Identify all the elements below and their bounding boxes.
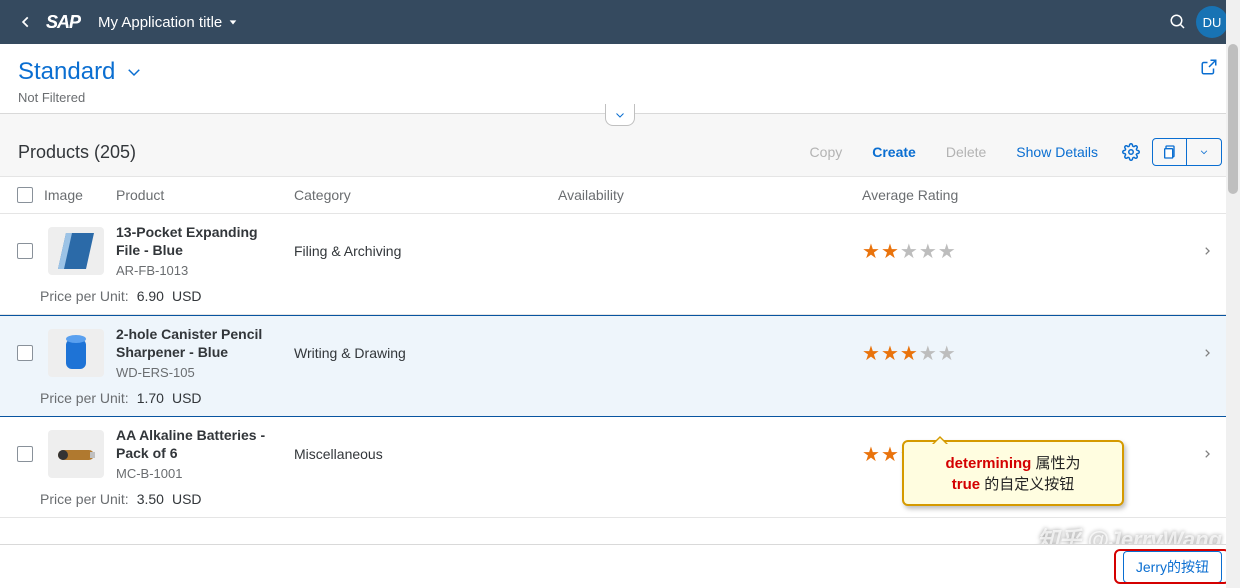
filter-status: Not Filtered xyxy=(18,90,1222,105)
product-name: 13-Pocket Expanding File - Blue xyxy=(116,224,278,259)
table-toolbar: Products (205) Copy Create Delete Show D… xyxy=(0,132,1240,176)
create-button[interactable]: Create xyxy=(864,140,924,164)
product-rating: ★★★★★ xyxy=(862,341,1192,366)
search-icon[interactable] xyxy=(1160,4,1196,40)
product-name: AA Alkaline Batteries - Pack of 6 xyxy=(116,427,278,462)
table-header-row: Image Product Category Availability Aver… xyxy=(0,176,1240,214)
product-name: 2-hole Canister Pencil Sharpener - Blue xyxy=(116,326,278,361)
price-currency: USD xyxy=(172,390,202,406)
price-value: 3.50 xyxy=(137,491,164,507)
price-label: Price per Unit: xyxy=(40,288,129,304)
export-dropdown-icon[interactable] xyxy=(1187,139,1221,165)
row-checkbox[interactable] xyxy=(17,345,33,361)
page-header: Standard Not Filtered xyxy=(0,44,1240,114)
footer-bar: Jerry的按钮 xyxy=(0,544,1240,588)
export-icon[interactable] xyxy=(1153,139,1187,165)
nav-back-button[interactable] xyxy=(12,15,40,29)
row-checkbox[interactable] xyxy=(17,446,33,462)
product-id: AR-FB-1013 xyxy=(116,263,278,278)
product-category: Miscellaneous xyxy=(294,446,558,462)
product-thumbnail xyxy=(48,329,104,377)
annotation-callout: determining 属性为 true 的自定义按钮 xyxy=(902,440,1124,506)
settings-icon[interactable] xyxy=(1116,138,1146,166)
variant-selector[interactable]: Standard xyxy=(18,58,1222,86)
price-value: 1.70 xyxy=(137,390,164,406)
show-details-button[interactable]: Show Details xyxy=(1008,140,1106,164)
product-id: MC-B-1001 xyxy=(116,466,278,481)
sap-logo: SAP xyxy=(40,12,86,33)
variant-label: Standard xyxy=(18,58,115,86)
callout-kw2: true xyxy=(952,476,980,493)
user-avatar[interactable]: DU xyxy=(1196,6,1228,38)
col-product: Product xyxy=(116,187,294,203)
callout-kw1: determining xyxy=(945,455,1031,472)
price-label: Price per Unit: xyxy=(40,390,129,406)
app-title-text: My Application title xyxy=(98,14,222,31)
copy-button[interactable]: Copy xyxy=(802,140,851,164)
table-row[interactable]: 13-Pocket Expanding File - Blue AR-FB-101… xyxy=(0,214,1240,315)
table-row[interactable]: 2-hole Canister Pencil Sharpener - Blue W… xyxy=(0,315,1240,417)
row-nav-icon[interactable] xyxy=(1192,347,1222,359)
price-value: 6.90 xyxy=(137,288,164,304)
header-collapse-toggle[interactable] xyxy=(605,104,635,126)
product-thumbnail xyxy=(48,430,104,478)
product-id: WD-ERS-105 xyxy=(116,365,278,380)
jerry-custom-button[interactable]: Jerry的按钮 xyxy=(1123,551,1222,583)
col-availability: Availability xyxy=(558,187,862,203)
col-image: Image xyxy=(40,187,116,203)
vertical-scrollbar[interactable] xyxy=(1226,0,1240,588)
price-currency: USD xyxy=(172,491,202,507)
product-category: Filing & Archiving xyxy=(294,243,558,259)
table-title: Products (205) xyxy=(18,142,136,163)
col-category: Category xyxy=(294,187,558,203)
row-nav-icon[interactable] xyxy=(1192,245,1222,257)
export-segmented xyxy=(1152,138,1222,166)
price-currency: USD xyxy=(172,288,202,304)
delete-button[interactable]: Delete xyxy=(938,140,994,164)
share-icon[interactable] xyxy=(1200,58,1218,81)
product-category: Writing & Drawing xyxy=(294,345,558,361)
shell-header: SAP My Application title DU xyxy=(0,0,1240,44)
col-rating: Average Rating xyxy=(862,187,1192,203)
select-all-checkbox[interactable] xyxy=(17,187,33,203)
row-checkbox[interactable] xyxy=(17,243,33,259)
price-label: Price per Unit: xyxy=(40,491,129,507)
row-nav-icon[interactable] xyxy=(1192,448,1222,460)
product-rating: ★★★★★ xyxy=(862,239,1192,264)
product-thumbnail xyxy=(48,227,104,275)
app-title-dropdown[interactable]: My Application title xyxy=(98,14,238,31)
